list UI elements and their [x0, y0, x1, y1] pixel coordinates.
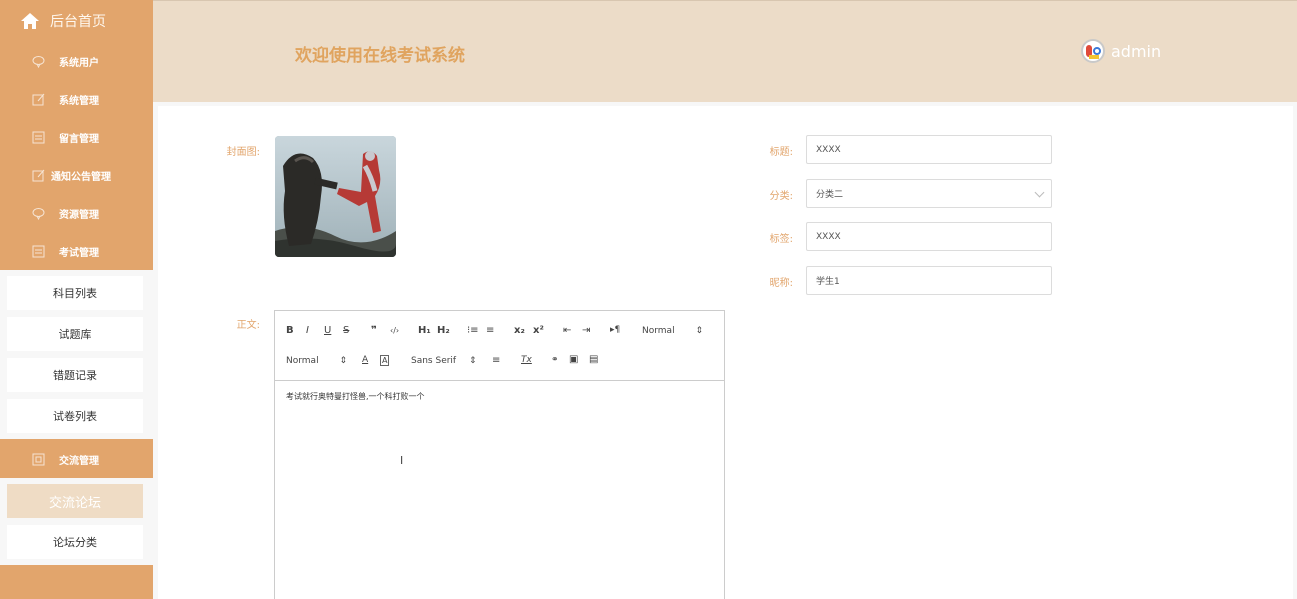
sidebar-item-label: 考试管理	[59, 247, 99, 259]
cover-label: 封面图:	[226, 147, 260, 158]
sidebar-subitem-question-bank[interactable]: 试题库	[7, 317, 143, 351]
chevron-down-icon	[1034, 187, 1045, 198]
app-window: 后台首页 系统用户 系统管理 留言管理 通知公告管理 资源管理 考试管理 科目列…	[0, 0, 1297, 599]
header: 欢迎使用在线考试系统 admin	[153, 0, 1297, 102]
sidebar-item-label: 通知公告管理	[51, 171, 111, 183]
sidebar: 后台首页 系统用户 系统管理 留言管理 通知公告管理 资源管理 考试管理 科目列…	[0, 0, 153, 599]
cover-image[interactable]	[275, 136, 396, 257]
image-icon[interactable]: ▣	[569, 354, 578, 365]
sidebar-item-exam-manage[interactable]: 考试管理	[0, 232, 153, 270]
box-icon	[32, 453, 45, 465]
header-picker-value: Normal	[642, 326, 675, 336]
sidebar-item-label: 资源管理	[59, 209, 99, 221]
sidebar-item-label: 交流管理	[59, 455, 99, 467]
page-title: 欢迎使用在线考试系统	[295, 46, 465, 66]
nickname-input[interactable]: 学生1	[806, 266, 1052, 295]
rich-text-editor: B I U S ❞ ‹/› H₁ H₂ ⁝≡ ≡ x₂ x² ⇤ ⇥ ▸¶ No…	[274, 310, 725, 599]
sidebar-item-label: 系统管理	[59, 95, 99, 107]
subscript-button[interactable]: x₂	[514, 325, 525, 336]
h2-button[interactable]: H₂	[437, 325, 450, 336]
edit-icon	[32, 169, 45, 181]
size-picker[interactable]: Normal ⇕	[286, 356, 347, 366]
ordered-list-button[interactable]: ⁝≡	[467, 325, 479, 336]
category-select-value: 分类二	[816, 190, 844, 200]
header-picker[interactable]: Normal ⇕	[642, 326, 703, 336]
align-button[interactable]: ≡	[492, 355, 500, 366]
sidebar-subitem-papers[interactable]: 试卷列表	[7, 399, 143, 433]
home-icon	[21, 13, 39, 29]
list-icon	[32, 245, 45, 257]
avatar[interactable]	[1081, 39, 1105, 63]
outdent-button[interactable]: ⇤	[563, 325, 571, 336]
updown-icon: ⇕	[468, 356, 477, 366]
background-color-button[interactable]: A	[380, 355, 390, 366]
exchange-submenu: 交流论坛 论坛分类	[0, 478, 153, 565]
video-icon[interactable]: ▤	[589, 354, 598, 365]
title-label: 标题:	[769, 147, 793, 158]
editor-content[interactable]: 考试就行奥特曼打怪兽,一个科打败一个	[286, 391, 425, 402]
sidebar-item-system-users[interactable]: 系统用户	[0, 42, 153, 80]
sidebar-item-notice-manage[interactable]: 通知公告管理	[0, 156, 153, 194]
comment-icon	[32, 55, 45, 68]
updown-icon: ⇕	[339, 356, 347, 366]
superscript-button[interactable]: x²	[533, 325, 544, 336]
sidebar-item-label: 系统用户	[59, 57, 99, 69]
list-icon	[32, 131, 45, 143]
sidebar-subitem-forum-category[interactable]: 论坛分类	[7, 525, 143, 559]
blockquote-button[interactable]: ❞	[371, 325, 377, 336]
code-button[interactable]: ‹/›	[390, 326, 399, 335]
text-cursor-icon: I	[400, 454, 404, 467]
sidebar-item-exchange-manage[interactable]: 交流管理	[0, 440, 153, 478]
main-form: 封面图: 标题: XXXX 分类: 分类二 标签: XXXX 昵称: 学生1 正…	[158, 106, 1293, 599]
user-menu[interactable]: admin	[1081, 39, 1161, 63]
indent-button[interactable]: ⇥	[582, 325, 590, 336]
title-input[interactable]: XXXX	[806, 135, 1052, 164]
size-picker-value: Normal	[286, 356, 319, 366]
tag-label: 标签:	[769, 234, 793, 245]
exam-submenu: 科目列表 试题库 错题记录 试卷列表	[0, 270, 153, 439]
edit-icon	[32, 93, 45, 105]
sidebar-item-home[interactable]: 后台首页	[0, 0, 153, 42]
link-icon[interactable]: ⚭	[551, 355, 559, 365]
clean-button[interactable]: Tx	[521, 355, 532, 365]
category-select[interactable]: 分类二	[806, 179, 1052, 208]
underline-button[interactable]: U	[324, 325, 331, 336]
font-picker-value: Sans Serif	[411, 356, 457, 366]
sidebar-item-resource-manage[interactable]: 资源管理	[0, 194, 153, 232]
text-color-button[interactable]: A	[362, 355, 368, 365]
direction-button[interactable]: ▸¶	[610, 325, 620, 335]
updown-icon: ⇕	[695, 326, 703, 336]
sidebar-item-message-manage[interactable]: 留言管理	[0, 118, 153, 156]
sidebar-subitem-forum[interactable]: 交流论坛	[7, 484, 143, 518]
nickname-label: 昵称:	[769, 278, 793, 289]
bullet-list-button[interactable]: ≡	[486, 325, 494, 336]
username[interactable]: admin	[1111, 42, 1161, 61]
strike-button[interactable]: S	[343, 325, 349, 336]
sidebar-item-label: 留言管理	[59, 133, 99, 145]
sidebar-item-label: 后台首页	[50, 14, 106, 30]
font-picker[interactable]: Sans Serif ⇕	[411, 356, 477, 366]
category-label: 分类:	[769, 191, 793, 202]
bold-button[interactable]: B	[286, 325, 294, 336]
sidebar-subitem-subjects[interactable]: 科目列表	[7, 276, 143, 310]
italic-button[interactable]: I	[306, 325, 309, 336]
body-label: 正文:	[236, 320, 260, 331]
editor-toolbar: B I U S ❞ ‹/› H₁ H₂ ⁝≡ ≡ x₂ x² ⇤ ⇥ ▸¶ No…	[275, 311, 724, 381]
tag-input[interactable]: XXXX	[806, 222, 1052, 251]
cover-image-picture	[275, 136, 396, 257]
sidebar-subitem-wrong-records[interactable]: 错题记录	[7, 358, 143, 392]
sidebar-item-system-manage[interactable]: 系统管理	[0, 80, 153, 118]
comment-icon	[32, 207, 45, 220]
h1-button[interactable]: H₁	[418, 325, 431, 336]
